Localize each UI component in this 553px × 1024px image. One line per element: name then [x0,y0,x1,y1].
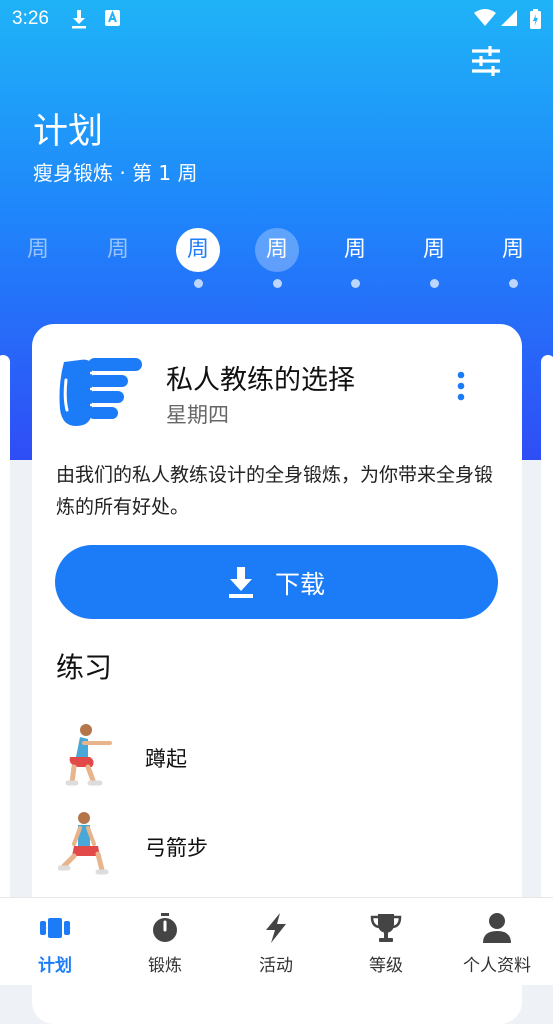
nav-activity-label: 活动 [259,956,293,976]
download-label: 下载 [275,570,326,599]
week-day-6[interactable]: 周 [412,228,456,272]
nav-level-label: 等级 [369,956,403,976]
week-day-2[interactable]: 周 [96,228,140,272]
nav-plan-label: 计划 [38,956,72,976]
previous-card-peek[interactable] [0,355,10,915]
week-day-7[interactable]: 周 [491,228,535,272]
week-day-3-selected[interactable]: 周 [176,228,220,272]
nav-level[interactable]: 等级 [331,898,441,985]
cell-signal-icon [500,9,518,31]
week-day-7-dot [509,279,518,288]
bottom-navigation: 计划 锻炼 活动 等级 个人资料 [0,897,553,985]
next-card-peek[interactable] [541,355,553,915]
week-day-5-dot [351,279,360,288]
workout-title: 私人教练的选择 [166,365,355,396]
exercise-name: 弓箭步 [145,836,208,860]
workout-day: 星期四 [166,403,229,427]
nav-workout-label: 锻炼 [148,956,182,976]
plan-subtitle: 瘦身锻炼 · 第 1 周 [33,161,198,185]
week-day-5[interactable]: 周 [333,228,377,272]
vertical-dots-icon [457,371,465,401]
week-day-4-dot [273,279,282,288]
nav-profile[interactable]: 个人资料 [442,898,552,985]
week-day-selector: 周 周 周 周 周 周 周 [0,228,553,292]
person-icon [481,912,513,944]
battery-icon [530,9,541,33]
page-title: 计划 [33,112,104,152]
exercises-heading: 练习 [56,651,113,684]
download-notification-icon [70,9,88,33]
plan-icon [39,912,71,944]
lunge-figure-icon [57,810,118,880]
wifi-icon [474,9,496,31]
app-notification-icon [104,9,121,31]
week-day-1[interactable]: 周 [16,228,60,272]
download-button[interactable]: 下载 [55,545,498,619]
exercise-item[interactable]: 蹲起 [32,715,522,795]
week-day-4-today[interactable]: 周 [255,228,299,272]
week-day-3-dot [194,279,203,288]
filter-settings-button[interactable] [466,44,506,80]
status-time: 3:26 [12,8,49,29]
squat-figure-icon [58,721,118,791]
exercise-name: 蹲起 [145,747,187,771]
sliders-icon [472,46,500,76]
workout-description: 由我们的私人教练设计的全身锻炼，为你带来全身锻炼的所有好处。 [56,464,494,518]
trophy-icon [370,912,402,944]
nav-profile-label: 个人资料 [463,956,531,976]
more-options-button[interactable] [450,370,472,402]
lightning-icon [260,912,292,944]
pointing-hand-icon [54,354,144,430]
status-bar: 3:26 [0,0,553,38]
exercise-item[interactable]: 弓箭步 [32,804,522,884]
nav-plan[interactable]: 计划 [0,898,110,985]
nav-workout[interactable]: 锻炼 [110,898,220,985]
download-icon [227,565,255,599]
stopwatch-icon [149,912,181,944]
nav-activity[interactable]: 活动 [221,898,331,985]
week-day-6-dot [430,279,439,288]
